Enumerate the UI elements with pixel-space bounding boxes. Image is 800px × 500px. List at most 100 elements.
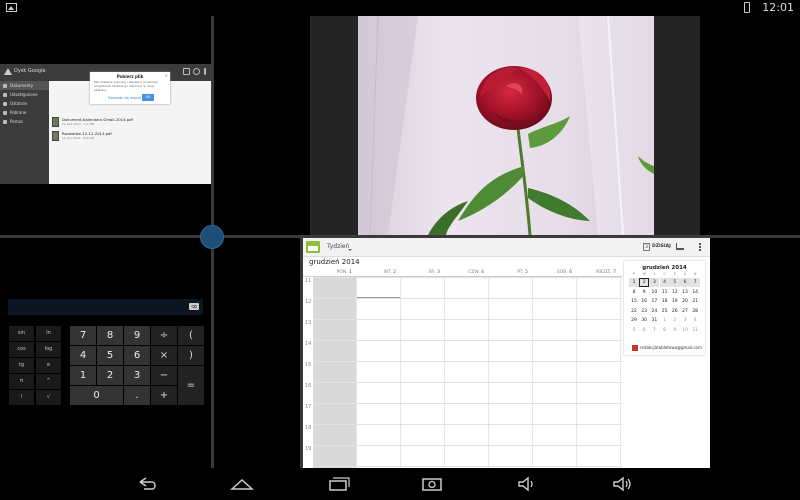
sidebar-item-downloads[interactable]: Pobrane — [0, 108, 49, 117]
mini-calendar-day[interactable]: 16 — [639, 297, 649, 306]
digit-3-button[interactable]: 3 — [124, 366, 150, 385]
today-icon[interactable]: 3 — [643, 243, 650, 251]
mini-calendar-day[interactable]: 18 — [660, 297, 670, 306]
mini-calendar-day[interactable]: 2 — [639, 278, 650, 287]
mini-calendar-day[interactable]: 22 — [629, 307, 639, 316]
mini-calendar-day[interactable]: 8 — [660, 326, 670, 335]
sidebar-item-help[interactable]: Pomoc — [0, 117, 49, 126]
mini-calendar-day[interactable]: 15 — [629, 297, 639, 306]
mini-calendar-day[interactable]: 31 — [649, 316, 659, 325]
mini-calendar-day[interactable]: 14 — [690, 288, 700, 297]
calendar-pane[interactable]: Tydzień 3 DZISIAJ grudzień 2014 PON. 1 W… — [303, 238, 710, 468]
ok-button[interactable]: OK — [142, 94, 154, 101]
mini-calendar-day[interactable]: 10 — [680, 326, 690, 335]
mini-calendar-day[interactable]: 29 — [629, 316, 639, 325]
mini-calendar-day[interactable]: 26 — [670, 307, 680, 316]
mini-calendar-day[interactable]: 1 — [629, 278, 639, 287]
split-divider[interactable] — [300, 236, 303, 468]
digit-5-button[interactable]: 5 — [97, 346, 123, 365]
recent-apps-icon[interactable] — [326, 476, 350, 492]
sin-button[interactable]: sin — [9, 326, 34, 341]
digit-9-button[interactable]: 9 — [124, 326, 150, 345]
digit-7-button[interactable]: 7 — [70, 326, 96, 345]
list-item[interactable]: Rozwadze-12-12-2014.pdf 12 gru 2014 · 84… — [52, 130, 207, 143]
calculator-pane[interactable]: ⌫ sin ln cos log tg e π ^ ! √ 7 8 9 4 5 … — [0, 238, 211, 468]
mini-calendar-day[interactable]: 20 — [680, 297, 690, 306]
screenshot-icon[interactable] — [420, 476, 444, 492]
day-header[interactable]: PON. 1 — [313, 270, 356, 275]
mini-calendar-day[interactable]: 4 — [690, 316, 700, 325]
day-header[interactable]: PT. 5 — [489, 270, 532, 275]
volume-up-icon[interactable] — [610, 476, 634, 492]
mini-calendar-day[interactable]: 9 — [670, 326, 680, 335]
week-grid[interactable]: 11 12 13 14 15 16 17 18 19 — [303, 277, 622, 468]
digit-0-button[interactable]: 0 — [70, 386, 123, 405]
photo-pane[interactable] — [214, 16, 800, 235]
mini-calendar-day[interactable]: 3 — [680, 316, 690, 325]
mini-calendar-day[interactable]: 17 — [649, 297, 659, 306]
learn-more-link[interactable]: Dowiedz się więcej — [108, 96, 141, 100]
mini-calendar-day[interactable]: 1 — [660, 316, 670, 325]
today-button[interactable]: DZISIAJ — [652, 244, 671, 249]
digit-2-button[interactable]: 2 — [97, 366, 123, 385]
mini-calendar-day[interactable]: 2 — [670, 316, 680, 325]
delete-button[interactable]: ⌫ — [189, 303, 199, 310]
mini-calendar-day[interactable]: 5 — [629, 326, 639, 335]
digit-4-button[interactable]: 4 — [70, 346, 96, 365]
e-button[interactable]: e — [36, 358, 61, 373]
mini-calendar-day[interactable]: 11 — [660, 288, 670, 297]
power-button[interactable]: ^ — [36, 374, 61, 389]
digit-8-button[interactable]: 8 — [97, 326, 123, 345]
open-paren-button[interactable]: ( — [178, 326, 204, 345]
account-row[interactable]: redakcjatabletowa@gmail.com — [624, 341, 705, 355]
day-header[interactable]: SOB. 6 — [533, 270, 576, 275]
mini-calendar-day[interactable]: 3 — [649, 278, 660, 287]
mini-calendar-day[interactable]: 11 — [690, 326, 700, 335]
mini-calendar-day[interactable]: 7 — [649, 326, 659, 335]
decimal-button[interactable]: . — [124, 386, 150, 405]
plus-button[interactable]: + — [151, 386, 177, 405]
mini-calendar-day[interactable]: 25 — [660, 307, 670, 316]
sort-icon[interactable] — [183, 68, 190, 75]
list-item[interactable]: Dokument-Kalendarz-Gmail-2014.pdf 12 paź… — [52, 116, 207, 129]
pi-button[interactable]: π — [9, 374, 34, 389]
mini-calendar-day[interactable]: 7 — [690, 278, 701, 287]
mini-calendar-day[interactable]: 19 — [670, 297, 680, 306]
sidebar-item-recent[interactable]: Ostatnie — [0, 99, 49, 108]
mini-calendar-day[interactable]: 13 — [680, 288, 690, 297]
mini-calendar-day[interactable]: 27 — [680, 307, 690, 316]
day-header[interactable]: WT. 2 — [357, 270, 400, 275]
day-header[interactable]: ŚR. 3 — [401, 270, 444, 275]
close-paren-button[interactable]: ) — [178, 346, 204, 365]
mini-calendar-day[interactable]: 12 — [670, 288, 680, 297]
mini-calendar-day[interactable]: 4 — [659, 278, 670, 287]
back-icon[interactable] — [135, 476, 159, 492]
rose-photo[interactable] — [358, 16, 654, 235]
mini-calendar-day[interactable]: 5 — [669, 278, 680, 287]
more-icon[interactable] — [699, 243, 701, 252]
mini-calendar-day[interactable]: 30 — [639, 316, 649, 325]
drive-pane[interactable]: Dysk Google Dokumenty Udostępnione Ostat… — [0, 16, 211, 235]
split-handle[interactable] — [200, 225, 224, 249]
digit-6-button[interactable]: 6 — [124, 346, 150, 365]
mini-calendar-day[interactable]: 8 — [629, 288, 639, 297]
equals-button[interactable]: = — [178, 366, 204, 405]
ln-button[interactable]: ln — [36, 326, 61, 341]
search-icon[interactable] — [193, 68, 200, 75]
cart-icon[interactable] — [676, 243, 684, 250]
mini-calendar-day[interactable]: 21 — [690, 297, 700, 306]
log-button[interactable]: log — [36, 342, 61, 357]
mini-calendar-day[interactable]: 28 — [690, 307, 700, 316]
factorial-button[interactable]: ! — [9, 390, 34, 405]
multiply-button[interactable]: × — [151, 346, 177, 365]
mini-calendar-day[interactable]: 10 — [649, 288, 659, 297]
divide-button[interactable]: ÷ — [151, 326, 177, 345]
sidebar-item-documents[interactable]: Dokumenty — [0, 81, 49, 90]
minus-button[interactable]: − — [151, 366, 177, 385]
home-icon[interactable] — [230, 476, 254, 492]
cos-button[interactable]: cos — [9, 342, 34, 357]
mini-calendar-day[interactable]: 24 — [649, 307, 659, 316]
day-header[interactable]: NIEDZ. 7 — [577, 270, 620, 275]
sqrt-button[interactable]: √ — [36, 390, 61, 405]
tg-button[interactable]: tg — [9, 358, 34, 373]
